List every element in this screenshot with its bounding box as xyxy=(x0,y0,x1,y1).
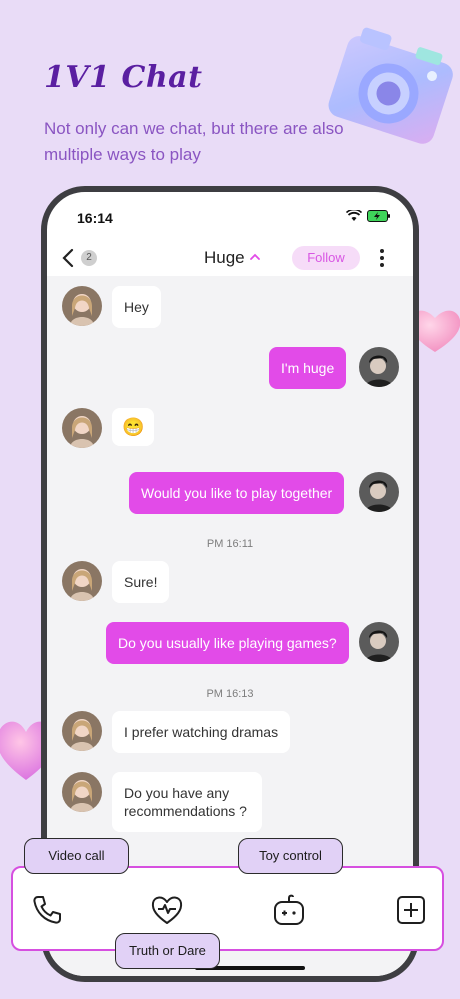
wifi-icon xyxy=(346,210,362,221)
message-timestamp: PM 16:13 xyxy=(206,688,254,700)
message-in: Do you have any recommendations ? xyxy=(112,772,262,832)
promo-title: 1V1 Chat xyxy=(44,60,203,95)
message-in: Hey xyxy=(112,286,161,328)
follow-button[interactable]: Follow xyxy=(292,246,360,270)
message-in: I prefer watching dramas xyxy=(112,711,291,753)
back-icon[interactable] xyxy=(61,248,75,268)
chat-partner-name[interactable]: Huge xyxy=(204,248,245,268)
battery-icon xyxy=(367,210,390,222)
status-bar: 16:14 xyxy=(47,192,413,242)
unread-badge: 2 xyxy=(81,250,97,266)
phone-icon[interactable] xyxy=(29,892,65,928)
message-in-emoji: 😁 xyxy=(112,408,155,446)
chat-header: 2 Huge Follow xyxy=(47,242,413,276)
message-out: Would you like to play together xyxy=(129,472,345,514)
status-time: 16:14 xyxy=(77,210,113,226)
partner-avatar[interactable] xyxy=(62,286,102,326)
camera-icon xyxy=(328,27,453,144)
my-avatar[interactable] xyxy=(359,347,399,387)
truth-or-dare-tooltip[interactable]: Truth or Dare xyxy=(115,933,220,969)
gamepad-icon[interactable] xyxy=(271,892,307,928)
video-call-tooltip[interactable]: Video call xyxy=(24,838,129,874)
partner-avatar[interactable] xyxy=(62,772,102,812)
heart-pulse-icon[interactable] xyxy=(149,892,185,928)
status-icons xyxy=(346,210,391,222)
message-timestamp: PM 16:11 xyxy=(206,538,254,550)
partner-avatar[interactable] xyxy=(62,711,102,751)
message-out: I'm huge xyxy=(269,347,347,389)
message-out: Do you usually like playing games? xyxy=(106,622,349,664)
my-avatar[interactable] xyxy=(359,622,399,662)
my-avatar[interactable] xyxy=(359,472,399,512)
message-in: Sure! xyxy=(112,561,170,603)
chevron-up-icon[interactable] xyxy=(250,253,260,261)
partner-avatar[interactable] xyxy=(62,408,102,448)
toy-control-tooltip[interactable]: Toy control xyxy=(238,838,343,874)
feature-toolbar xyxy=(11,866,444,951)
partner-avatar[interactable] xyxy=(62,561,102,601)
more-options-icon[interactable] xyxy=(377,248,387,268)
plus-square-icon[interactable] xyxy=(393,892,429,928)
